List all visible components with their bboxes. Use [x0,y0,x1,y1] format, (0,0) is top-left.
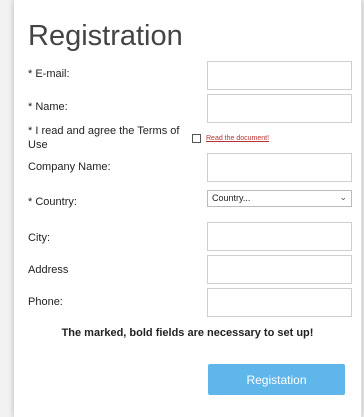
terms-label: * I read and agree the Terms of Use [28,125,180,151]
email-field[interactable] [207,61,352,90]
required-fields-note: The marked, bold fields are necessary to… [61,327,314,339]
page-title: Registration [28,20,183,52]
name-field[interactable] [207,94,352,123]
country-select[interactable]: Country... ⌄ [207,190,352,207]
chevron-down-icon: ⌄ [339,192,347,202]
name-label: * Name: [28,101,68,113]
terms-link[interactable]: Read the document! [206,135,269,142]
company-field[interactable] [207,153,352,182]
registration-card: Registration * E-mail: * Name: * I read … [14,0,362,417]
country-label: * Country: [28,196,77,208]
phone-field[interactable] [207,288,352,317]
city-label: City: [28,232,50,244]
terms-checkbox[interactable] [192,134,201,143]
registration-submit-button[interactable]: Registation [208,364,345,395]
phone-label: Phone: [28,296,63,308]
country-select-value: Country... [212,193,251,203]
company-label: Company Name: [28,161,111,173]
email-label: * E-mail: [28,68,70,80]
address-label: Address [28,264,69,276]
city-field[interactable] [207,222,352,251]
address-field[interactable] [207,255,352,284]
